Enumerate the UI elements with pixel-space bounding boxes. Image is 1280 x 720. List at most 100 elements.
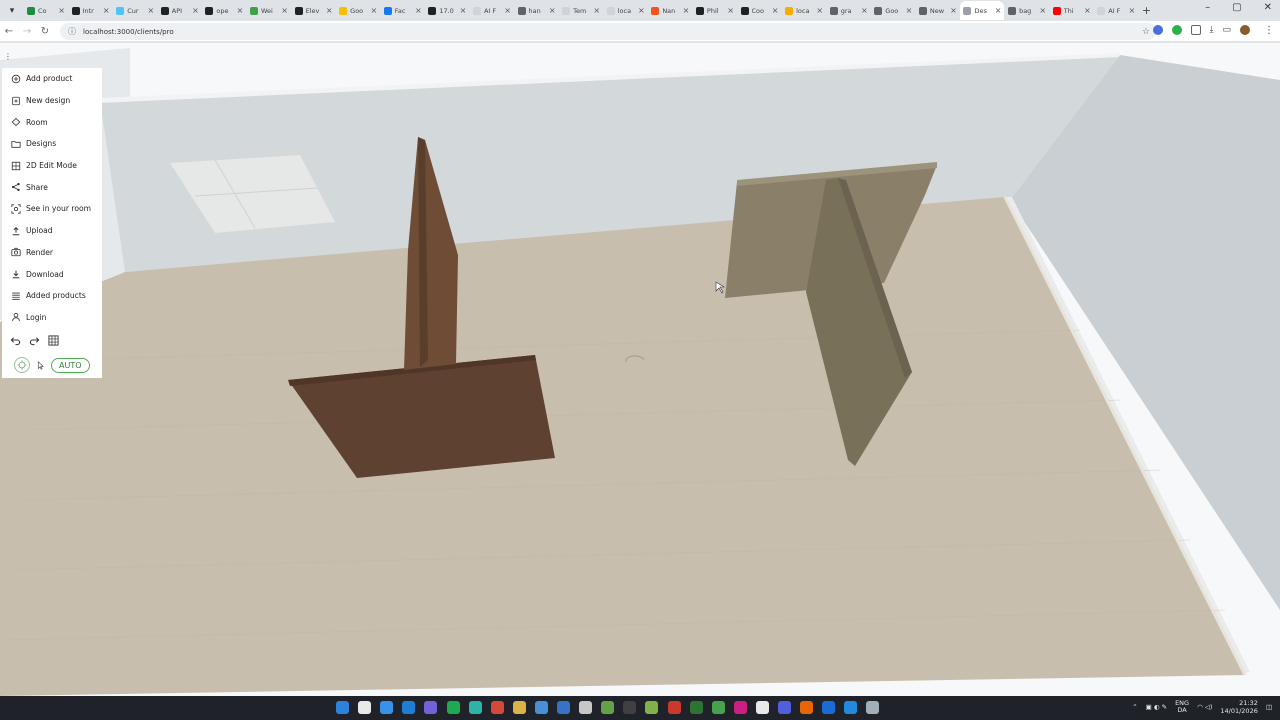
taskbar-app-icon[interactable] [468, 701, 482, 714]
tab-close-icon[interactable]: × [58, 6, 65, 15]
menu-item-added-products[interactable]: Added products [2, 285, 102, 307]
tab-close-icon[interactable]: × [950, 6, 957, 15]
browser-tab[interactable]: Cur × [113, 1, 157, 20]
menu-item-render[interactable]: Render [2, 242, 102, 264]
browser-tab[interactable]: New × [916, 1, 960, 20]
site-info-icon[interactable]: ⓘ [68, 26, 76, 37]
tray-icons[interactable]: ▣ ◐ ✎ [1146, 703, 1167, 711]
undo-icon[interactable] [10, 335, 21, 346]
url-field[interactable]: ⓘ localhost:3000/clients/pro ☆ [60, 23, 1156, 40]
menu-item-download[interactable]: Download [2, 263, 102, 285]
taskbar-app-icon[interactable] [667, 701, 681, 714]
browser-tab[interactable]: Coo × [738, 1, 782, 20]
taskbar-app-icon[interactable] [689, 701, 703, 714]
browser-menu-icon[interactable]: ⋮ [1264, 25, 1274, 36]
tab-close-icon[interactable]: × [1084, 6, 1091, 15]
tab-close-icon[interactable]: × [906, 6, 913, 15]
menu-item-room[interactable]: Room [2, 111, 102, 133]
grid-icon[interactable] [48, 335, 59, 346]
target-button[interactable] [14, 357, 30, 374]
browser-tab[interactable]: gra × [827, 1, 871, 20]
taskbar-app-icon[interactable] [733, 701, 747, 714]
extension-icon[interactable] [1152, 25, 1163, 35]
taskbar-app-icon[interactable] [711, 701, 725, 714]
browser-tab[interactable]: API × [158, 1, 202, 20]
menu-item-upload[interactable]: Upload [2, 220, 102, 242]
browser-tab[interactable]: Elev × [292, 1, 336, 20]
tab-close-icon[interactable]: × [995, 6, 1002, 15]
tab-close-icon[interactable]: × [861, 6, 868, 15]
profile-avatar[interactable] [1240, 25, 1250, 35]
browser-tab[interactable]: Phil × [693, 1, 737, 20]
taskbar-app-icon[interactable] [778, 701, 791, 714]
download-icon[interactable]: ⤓ [1210, 25, 1214, 35]
taskbar-app-icon[interactable] [446, 701, 460, 714]
menu-item-login[interactable]: Login [2, 307, 102, 329]
browser-tab[interactable]: loca × [782, 1, 826, 20]
3d-viewport[interactable] [0, 43, 1280, 696]
extension-icon[interactable] [1171, 25, 1182, 35]
tab-search-icon[interactable]: ▾ [4, 3, 20, 19]
browser-tab[interactable]: Intr × [69, 1, 113, 20]
taskbar-app-icon[interactable] [866, 701, 880, 714]
taskbar-app-icon[interactable] [402, 701, 416, 714]
browser-tab[interactable]: Tem × [559, 1, 603, 20]
back-icon[interactable]: ← [0, 26, 18, 37]
windows-start-icon[interactable] [336, 701, 349, 714]
tab-close-icon[interactable]: × [415, 6, 422, 15]
notification-icon[interactable]: ◫ [1266, 703, 1272, 711]
drag-handle-icon[interactable]: ⋮ [4, 52, 12, 61]
browser-tab[interactable]: Nan × [648, 1, 692, 20]
browser-tab[interactable]: ope × [202, 1, 246, 20]
taskbar-app-icon[interactable] [557, 701, 570, 714]
menu-item-designs[interactable]: Designs [2, 133, 102, 155]
tab-close-icon[interactable]: × [103, 6, 110, 15]
sidebar-icon[interactable]: ▭ [1222, 25, 1231, 35]
menu-item-2d-edit-mode[interactable]: 2D Edit Mode [2, 155, 102, 177]
browser-tab[interactable]: loca × [604, 1, 648, 20]
tab-close-icon[interactable]: × [460, 6, 467, 15]
wifi-volume-icons[interactable]: ◠ ◁) [1197, 703, 1212, 711]
taskbar-app-icon[interactable] [512, 701, 526, 714]
taskbar-app-icon[interactable] [490, 701, 504, 714]
taskbar-app-icon[interactable] [822, 701, 836, 714]
browser-tab[interactable]: Goo × [871, 1, 915, 20]
tab-close-icon[interactable]: × [237, 6, 244, 15]
tab-close-icon[interactable]: × [772, 6, 779, 15]
browser-tab[interactable]: AI F × [1094, 1, 1138, 20]
tab-close-icon[interactable]: × [1129, 6, 1136, 15]
browser-tab[interactable]: AI F × [470, 1, 514, 20]
tab-close-icon[interactable]: × [593, 6, 600, 15]
menu-item-share[interactable]: Share [2, 176, 102, 198]
taskbar-app-icon[interactable] [800, 701, 814, 714]
tab-close-icon[interactable]: × [727, 6, 734, 15]
maximize-button[interactable]: ▢ [1232, 2, 1241, 13]
tab-close-icon[interactable]: × [281, 6, 288, 15]
browser-tab[interactable]: Des × [960, 1, 1005, 20]
menu-item-see-in-your-room[interactable]: See in your room [2, 198, 102, 220]
browser-tab[interactable]: 17.0 × [425, 1, 469, 20]
bookmark-star-icon[interactable]: ☆ [1142, 27, 1150, 37]
taskbar-app-icon[interactable] [424, 701, 438, 714]
taskbar-app-icon[interactable] [534, 701, 548, 714]
browser-tab[interactable]: Thi × [1050, 1, 1094, 20]
taskbar-app-icon[interactable] [623, 701, 637, 714]
taskbar-app-icon[interactable] [579, 701, 593, 714]
taskbar-app-icon[interactable] [380, 701, 394, 714]
tray-chevron-icon[interactable]: ⌃ [1132, 703, 1137, 711]
browser-tab[interactable]: Fac × [381, 1, 425, 20]
browser-tab[interactable]: Co × [24, 1, 68, 20]
tab-close-icon[interactable]: × [683, 6, 690, 15]
redo-icon[interactable] [29, 335, 40, 346]
taskbar-app-icon[interactable] [755, 701, 769, 714]
taskbar-app-icon[interactable] [601, 701, 615, 714]
minimize-button[interactable]: – [1205, 2, 1210, 13]
tab-close-icon[interactable]: × [1039, 6, 1046, 15]
browser-tab[interactable]: han × [515, 1, 559, 20]
tab-close-icon[interactable]: × [816, 6, 823, 15]
new-tab-button[interactable]: + [1142, 4, 1151, 17]
tab-close-icon[interactable]: × [638, 6, 645, 15]
tab-close-icon[interactable]: × [147, 6, 154, 15]
taskbar-search-icon[interactable] [358, 701, 372, 714]
forward-icon[interactable]: → [18, 26, 36, 37]
